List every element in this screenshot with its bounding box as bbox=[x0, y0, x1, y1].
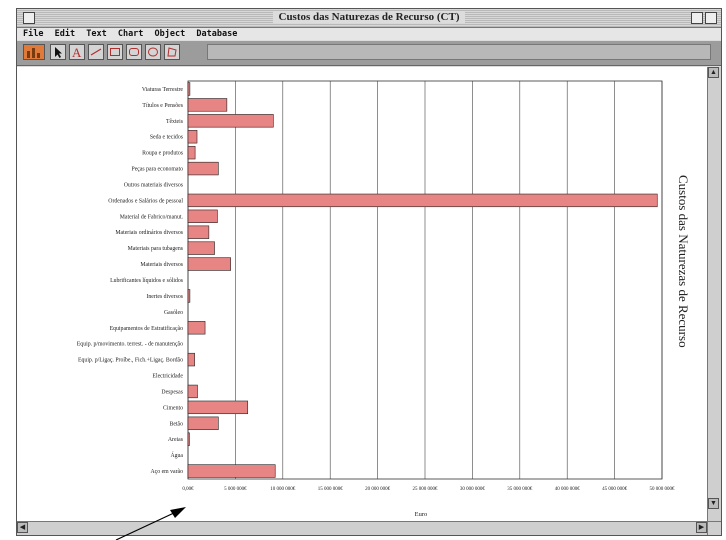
bar bbox=[187, 241, 215, 255]
category-label: Cimento bbox=[163, 405, 183, 411]
bar bbox=[187, 114, 274, 128]
category-label: Materiais ordinários diversos bbox=[115, 230, 183, 236]
category-label: Material de Fabrico/manut. bbox=[120, 214, 184, 220]
bar bbox=[187, 161, 219, 176]
zoom-box-icon[interactable] bbox=[691, 12, 703, 24]
category-label: Têxteis bbox=[166, 119, 184, 125]
menu-object[interactable]: Object bbox=[155, 28, 186, 40]
category-label: Betão bbox=[169, 421, 183, 427]
bar bbox=[187, 98, 228, 112]
category-label: Equipamentos de Estratificação bbox=[110, 325, 183, 332]
category-label: Roupa e produtos bbox=[142, 151, 184, 157]
bar bbox=[187, 416, 219, 430]
category-label: Viaturas Terrestre bbox=[142, 87, 184, 93]
bar bbox=[187, 145, 196, 160]
category-label: Materiais diversos bbox=[140, 262, 183, 268]
horizontal-scrollbar[interactable]: ◀ ▶ bbox=[17, 521, 707, 535]
x-tick-label: 35 000 000€ bbox=[507, 487, 533, 492]
bar bbox=[187, 209, 218, 223]
menu-file[interactable]: File bbox=[23, 28, 43, 40]
bar-chart: Custos das Naturezas de Recurso Euro 0,0… bbox=[77, 80, 691, 518]
category-label: Aço em varão bbox=[150, 469, 183, 475]
bar bbox=[187, 384, 198, 399]
title-bar[interactable]: Custos das Naturezas de Recurso (CT) bbox=[17, 9, 721, 28]
x-tick-label: 20 000 000€ bbox=[365, 487, 391, 492]
toolbar: A bbox=[17, 41, 721, 66]
menu-edit[interactable]: Edit bbox=[55, 28, 75, 40]
category-label: Água bbox=[170, 451, 183, 459]
vertical-scrollbar[interactable]: ▲ ▼ bbox=[707, 67, 721, 522]
window-title: Custos das Naturezas de Recurso (CT) bbox=[17, 11, 721, 23]
category-label: Peças para economato bbox=[131, 167, 183, 173]
rectangle-tool-icon[interactable] bbox=[107, 44, 123, 60]
toolbar-status-field bbox=[207, 44, 711, 60]
category-label: Lubrificantes líquidos e sólidos bbox=[110, 277, 184, 284]
arrow-pointer-icon[interactable] bbox=[50, 44, 66, 60]
bar bbox=[187, 432, 190, 446]
text-tool-glyph: A bbox=[72, 45, 82, 59]
category-label: Equip. p/movimento. terrest. - de manute… bbox=[77, 342, 183, 348]
chart-area: Custos das Naturezas de Recurso Euro 0,0… bbox=[17, 67, 707, 522]
bar bbox=[187, 321, 206, 335]
bar bbox=[187, 193, 658, 208]
scroll-left-icon[interactable]: ◀ bbox=[17, 522, 28, 533]
category-label: Ordenados e Salários de pessoal bbox=[108, 198, 183, 204]
oval-tool-icon[interactable] bbox=[145, 44, 161, 60]
category-label: Electricidade bbox=[152, 374, 183, 380]
x-tick-label: 40 000 000€ bbox=[555, 487, 581, 492]
category-label: Despesas bbox=[161, 389, 183, 395]
rounded-rect-tool-icon[interactable] bbox=[126, 44, 142, 60]
bar bbox=[187, 130, 198, 144]
x-tick-label: 50 000 000€ bbox=[650, 487, 676, 492]
x-tick-label: 5 000 000€ bbox=[224, 487, 247, 492]
chart-window: Custos das Naturezas de Recurso (CT) Fil… bbox=[16, 8, 722, 536]
x-tick-label: 0,00€ bbox=[182, 487, 194, 492]
category-label: Materiais para tubagens bbox=[128, 246, 184, 252]
line-tool-icon[interactable] bbox=[88, 44, 104, 60]
category-label: Equip. p/Ligaç. Proíbe., Fich.+Ligaç. Bo… bbox=[78, 358, 183, 364]
menu-bar: File Edit Text Chart Object Database bbox=[17, 28, 721, 40]
menu-chart[interactable]: Chart bbox=[118, 28, 144, 40]
scroll-up-icon[interactable]: ▲ bbox=[708, 67, 719, 78]
x-tick-label: 30 000 000€ bbox=[460, 487, 486, 492]
x-axis-title: Euro bbox=[415, 511, 428, 518]
chart-title: Custos das Naturezas de Recurso bbox=[676, 175, 691, 348]
bar bbox=[187, 289, 191, 303]
x-tick-label: 25 000 000€ bbox=[413, 487, 439, 492]
bar bbox=[187, 257, 231, 271]
x-tick-label: 15 000 000€ bbox=[318, 487, 344, 492]
bar bbox=[187, 225, 210, 239]
collapse-box-icon[interactable] bbox=[705, 12, 717, 24]
category-label: Inertes diversos bbox=[146, 294, 183, 300]
menu-text[interactable]: Text bbox=[86, 28, 106, 40]
scroll-down-icon[interactable]: ▼ bbox=[708, 498, 719, 509]
menu-database[interactable]: Database bbox=[196, 28, 237, 40]
polygon-tool-icon[interactable] bbox=[164, 44, 180, 60]
category-label: Gasóleo bbox=[164, 310, 183, 316]
bar bbox=[187, 464, 276, 478]
text-tool-icon[interactable]: A bbox=[69, 44, 85, 60]
bar bbox=[187, 82, 191, 96]
scroll-right-icon[interactable]: ▶ bbox=[696, 522, 707, 533]
category-label: Areias bbox=[168, 437, 184, 443]
x-tick-label: 45 000 000€ bbox=[602, 487, 628, 492]
category-label: Outros materiais diversos bbox=[124, 182, 184, 188]
bar bbox=[187, 352, 195, 367]
x-tick-label: 10 000 000€ bbox=[270, 487, 296, 492]
bar bbox=[187, 400, 249, 415]
category-label: Títulos e Pensões bbox=[142, 103, 183, 109]
resize-grip-icon[interactable] bbox=[707, 521, 721, 535]
category-label: Seda e tecidos bbox=[150, 135, 184, 141]
bar-chart-icon[interactable] bbox=[23, 44, 45, 60]
window-title-text: Custos das Naturezas de Recurso (CT) bbox=[272, 11, 466, 23]
